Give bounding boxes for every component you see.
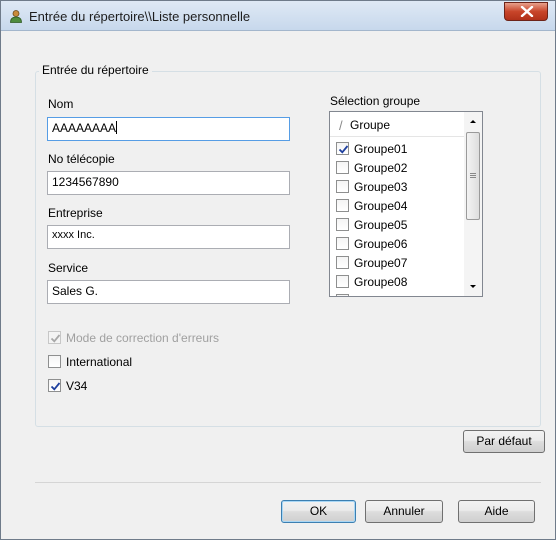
group-item-label: Groupe03 [354,180,408,194]
name-input[interactable]: AAAAAAAA [47,117,290,141]
chevron-up-icon [470,120,476,123]
scroll-thumb[interactable] [466,132,480,220]
group-item-label: Groupe01 [354,142,408,156]
checkmark-icon [338,145,349,154]
group-checkbox[interactable] [336,218,349,231]
group-checkbox[interactable] [336,237,349,250]
group-item-label: Groupe04 [354,199,408,213]
scroll-down-arrow[interactable] [464,278,482,295]
close-button[interactable] [504,2,548,21]
v34-option[interactable]: V34 [48,378,128,393]
default-button[interactable]: Par défaut [463,430,545,453]
window-title: Entrée du répertoire\\Liste personnelle [29,9,251,24]
group-column-header[interactable]: / Groupe [330,112,464,137]
name-label: Nom [48,97,74,111]
group-list: Groupe01 Groupe02 Groupe03 Groupe04 Groupe05… [330,139,464,296]
group-checkbox[interactable] [336,275,349,288]
sort-indicator-icon: / [339,118,343,133]
group-list-item[interactable]: Groupe05 [330,215,464,234]
group-column-header-label: Groupe [350,118,391,132]
international-label: International [66,355,133,369]
close-icon [520,6,534,17]
group-item-label: Groupe05 [354,218,408,232]
group-checkbox[interactable] [336,256,349,269]
international-checkbox[interactable] [48,355,61,368]
international-option[interactable]: International [48,354,198,369]
chevron-down-icon [470,285,476,288]
ecm-label: Mode de correction d'erreurs [66,331,220,345]
group-selection-label: Sélection groupe [330,94,421,108]
department-label: Service [48,261,89,275]
company-label: Entreprise [48,206,103,220]
text-caret [116,121,118,134]
group-checkbox[interactable] [336,161,349,174]
fax-input[interactable]: 1234567890 [47,171,290,195]
address-book-person-icon [9,9,23,23]
group-item-label: Groupe08 [354,275,408,289]
group-checkbox[interactable] [336,199,349,212]
title-bar[interactable]: Entrée du répertoire\\Liste personnelle [1,1,555,31]
department-input[interactable]: Sales G. [47,280,290,304]
v34-label: V34 [66,379,88,393]
cancel-button[interactable]: Annuler [365,500,443,523]
divider [35,482,541,483]
help-button[interactable]: Aide [458,500,535,523]
group-list-item[interactable]: Groupe04 [330,196,464,215]
company-input[interactable]: xxxx Inc. [47,225,290,249]
group-item-label: Groupe09 [354,294,407,296]
scroll-grip-line [470,173,476,174]
group-list-item[interactable]: Groupe07 [330,253,464,272]
group-checkbox[interactable] [336,294,349,296]
group-list-item[interactable]: Groupe09 [330,291,464,296]
scroll-grip-line [470,177,476,178]
group-listbox[interactable]: / Groupe Groupe01 Groupe02 Groupe03 Groupe0… [329,111,483,297]
group-item-label: Groupe02 [354,161,408,175]
dialog-window: Entrée du répertoire\\Liste personnelle … [0,0,556,540]
group-list-scrollbar[interactable] [464,112,482,296]
group-list-item[interactable]: Groupe02 [330,158,464,177]
group-list-item[interactable]: Groupe03 [330,177,464,196]
name-value: AAAAAAAA [52,121,117,135]
v34-checkbox[interactable] [48,379,61,392]
fax-label: No télécopie [48,152,115,166]
ecm-option: Mode de correction d'erreurs [48,330,288,345]
scroll-grip-line [470,175,476,176]
ecm-checkbox [48,331,61,344]
group-list-item[interactable]: Groupe08 [330,272,464,291]
group-checkbox[interactable] [336,142,349,155]
checkmark-icon [50,382,61,391]
group-list-item[interactable]: Groupe06 [330,234,464,253]
group-item-label: Groupe06 [354,237,408,251]
ok-button[interactable]: OK [281,500,356,523]
scroll-up-arrow[interactable] [464,113,482,130]
group-list-item[interactable]: Groupe01 [330,139,464,158]
checkmark-icon [50,334,61,343]
group-item-label: Groupe07 [354,256,408,270]
group-checkbox[interactable] [336,180,349,193]
groupbox-legend: Entrée du répertoire [39,63,152,77]
